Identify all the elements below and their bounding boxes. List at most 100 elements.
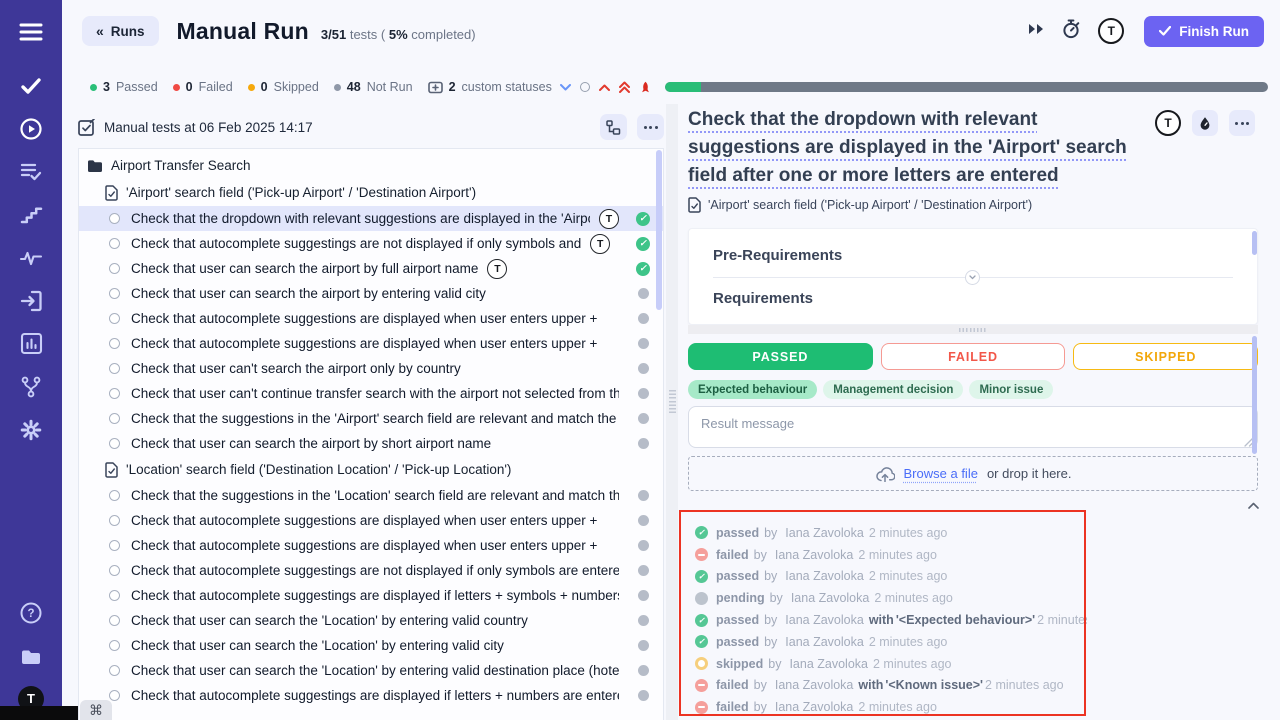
- test-label: Check that autocomplete suggestings are …: [131, 688, 619, 703]
- test-radio[interactable]: [109, 590, 120, 601]
- test-row[interactable]: Check that user can search the airport b…: [79, 256, 663, 281]
- test-row[interactable]: Check that autocomplete suggestions are …: [79, 331, 663, 356]
- collapse-history-chevron[interactable]: [1248, 496, 1259, 514]
- test-row[interactable]: Check that autocomplete suggestings are …: [79, 683, 663, 708]
- status-count: 0Failed: [173, 80, 233, 94]
- test-status-icon: [638, 515, 649, 526]
- history-entry: passed by Iana Zavoloka 2 minutes ago: [695, 631, 1087, 653]
- run-list-icon[interactable]: [0, 150, 62, 193]
- test-label: Check that autocomplete suggestings are …: [131, 588, 619, 603]
- tests-percent: 5%: [389, 27, 408, 42]
- test-row[interactable]: Check that the dropdown with relevant su…: [79, 206, 663, 231]
- test-radio[interactable]: [109, 288, 120, 299]
- test-detail-title[interactable]: Check that the dropdown with relevant su…: [688, 106, 1154, 190]
- priority-critical-rocket-icon[interactable]: [639, 81, 652, 94]
- test-radio[interactable]: [109, 238, 120, 249]
- play-circle-icon[interactable]: [0, 107, 62, 150]
- finish-run-button[interactable]: Finish Run: [1144, 16, 1264, 47]
- tree-scrollbar-thumb[interactable]: [656, 150, 662, 310]
- test-row[interactable]: Check that autocomplete suggestions are …: [79, 533, 663, 558]
- test-radio[interactable]: [109, 490, 120, 501]
- test-row[interactable]: Check that user can search the 'Location…: [79, 633, 663, 658]
- test-radio[interactable]: [109, 338, 120, 349]
- chevron-down-icon[interactable]: [560, 84, 571, 91]
- test-row[interactable]: Check that user can search the 'Location…: [79, 658, 663, 683]
- tree-view-toggle-button[interactable]: [600, 114, 627, 140]
- test-radio[interactable]: [109, 388, 120, 399]
- result-tag[interactable]: Management decision: [823, 380, 963, 399]
- result-button[interactable]: SKIPPED: [1073, 343, 1258, 370]
- sign-in-icon[interactable]: [0, 279, 62, 322]
- by-word: by: [754, 548, 767, 562]
- test-row[interactable]: Check that user can't continue transfer …: [79, 381, 663, 406]
- priority-normal-icon[interactable]: [580, 82, 590, 92]
- test-radio[interactable]: [109, 665, 120, 676]
- test-row[interactable]: Check that the suggestions in the 'Airpo…: [79, 406, 663, 431]
- detail-resizer[interactable]: [688, 325, 1258, 334]
- with-word: with: [858, 678, 883, 692]
- test-row[interactable]: Check that autocomplete suggestings are …: [79, 558, 663, 583]
- folder-row[interactable]: Airport Transfer Search: [79, 152, 663, 179]
- test-row[interactable]: Check that the suggestions in the 'Locat…: [79, 483, 663, 508]
- result-tag[interactable]: Expected behaviour: [688, 380, 817, 399]
- panel-resizer[interactable]: [666, 104, 678, 720]
- test-row[interactable]: Check that autocomplete suggestings are …: [79, 583, 663, 608]
- test-row[interactable]: Check that user can search the airport b…: [79, 431, 663, 456]
- help-icon[interactable]: ?: [0, 591, 62, 634]
- test-radio[interactable]: [109, 263, 120, 274]
- browse-file-link[interactable]: Browse a file: [904, 466, 978, 481]
- suite-row[interactable]: 'Location' search field ('Destination Lo…: [79, 456, 663, 483]
- test-radio[interactable]: [109, 413, 120, 424]
- result-button[interactable]: PASSED: [688, 343, 873, 370]
- result-button[interactable]: FAILED: [881, 343, 1066, 370]
- panel-scrollbar-thumb[interactable]: [1252, 336, 1257, 454]
- activity-icon[interactable]: [0, 236, 62, 279]
- test-radio[interactable]: [109, 515, 120, 526]
- test-label: Check that the suggestions in the 'Locat…: [131, 488, 619, 503]
- test-radio[interactable]: [109, 565, 120, 576]
- test-row[interactable]: Check that user can't search the airport…: [79, 356, 663, 381]
- test-radio[interactable]: [109, 615, 120, 626]
- file-dropzone[interactable]: Browse a file or drop it here.: [688, 456, 1258, 491]
- collapse-section-button[interactable]: [965, 270, 980, 285]
- fast-forward-icon[interactable]: [1028, 22, 1044, 40]
- analytics-icon[interactable]: [0, 322, 62, 365]
- test-row[interactable]: Check that user can search the 'Location…: [79, 608, 663, 633]
- timer-button[interactable]: [1192, 110, 1218, 136]
- projects-icon[interactable]: [0, 634, 62, 677]
- test-status-icon: [638, 565, 649, 576]
- back-to-runs-button[interactable]: « Runs: [82, 16, 159, 46]
- status-dot: [90, 84, 97, 91]
- test-label: Check that autocomplete suggestions are …: [131, 336, 597, 351]
- test-radio[interactable]: [109, 640, 120, 651]
- tree-more-button[interactable]: [637, 114, 664, 140]
- test-row[interactable]: Check that user can search the airport b…: [79, 281, 663, 306]
- test-row[interactable]: Check that autocomplete suggestions are …: [79, 306, 663, 331]
- test-row[interactable]: Check that autocomplete suggestions are …: [79, 508, 663, 533]
- settings-gear-icon[interactable]: [0, 408, 62, 451]
- testomat-badge-icon[interactable]: T: [1098, 18, 1124, 44]
- tree-header: Manual tests at 06 Feb 2025 14:17: [78, 111, 664, 143]
- test-radio[interactable]: [109, 213, 120, 224]
- test-row[interactable]: Check that autocomplete suggestings are …: [79, 231, 663, 256]
- test-radio[interactable]: [109, 690, 120, 701]
- check-icon[interactable]: [0, 64, 62, 107]
- test-radio[interactable]: [109, 438, 120, 449]
- testomat-badge-icon[interactable]: T: [1155, 110, 1181, 136]
- result-message-input[interactable]: [688, 406, 1258, 448]
- check-icon: [1159, 26, 1171, 36]
- menu-icon[interactable]: [0, 8, 62, 56]
- card-scrollbar-thumb[interactable]: [1252, 231, 1257, 255]
- test-radio[interactable]: [109, 540, 120, 551]
- page-title: Manual Run: [177, 18, 309, 45]
- branch-icon[interactable]: [0, 365, 62, 408]
- suite-row[interactable]: 'Airport' search field ('Pick-up Airport…: [79, 179, 663, 206]
- result-tag[interactable]: Minor issue: [969, 380, 1053, 399]
- priority-high-icon[interactable]: [599, 84, 610, 91]
- test-radio[interactable]: [109, 313, 120, 324]
- priority-higher-icon[interactable]: [619, 81, 630, 93]
- steps-icon[interactable]: [0, 193, 62, 236]
- detail-more-button[interactable]: [1229, 110, 1255, 136]
- test-radio[interactable]: [109, 363, 120, 374]
- stopwatch-icon[interactable]: [1061, 18, 1081, 44]
